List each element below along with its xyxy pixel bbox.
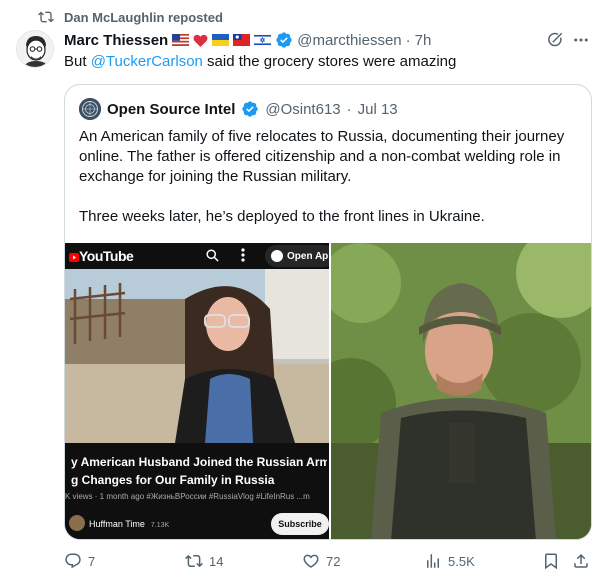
post-timestamp[interactable]: 7h [415, 32, 432, 49]
youtube-title-line-1: y American Husband Joined the Russian Ar… [71, 455, 327, 469]
ukraine-flag-icon [212, 34, 230, 46]
youtube-subscribe-button: Subscribe [271, 513, 329, 535]
repost-button[interactable]: 14 [185, 552, 223, 570]
views-button[interactable]: 5.5K [424, 552, 475, 570]
repost-count: 14 [209, 553, 224, 569]
youtube-search-icon [205, 248, 220, 263]
youtube-top-bar: YouTube Open Ap [65, 243, 329, 269]
youtube-channel-name: Huffman Time [89, 519, 145, 529]
views-count: 5.5K [448, 553, 475, 569]
quoted-post-card[interactable]: Open Source Intel @Osint613 · Jul 13 An … [64, 84, 592, 540]
like-button[interactable]: 72 [302, 552, 340, 570]
post-text: But @TuckerCarlson said the grocery stor… [64, 52, 456, 72]
reply-icon [64, 552, 82, 570]
quote-text: An American family of five relocates to … [79, 127, 579, 247]
quote-date: Jul 13 [357, 100, 398, 118]
repost-icon [38, 9, 54, 25]
open-app-label: Open Ap [287, 250, 329, 262]
post-action-bar: 7 14 72 5.5K [64, 552, 592, 572]
youtube-logo-text: YouTube [79, 248, 134, 264]
youtube-video-title: y American Husband Joined the Russian Ar… [71, 453, 327, 489]
youtube-channel-avatar [69, 515, 85, 531]
youtube-more-icon [240, 247, 246, 263]
like-count: 72 [326, 553, 341, 569]
youtube-subscriber-count: 7.13K [150, 522, 170, 529]
quote-header: Open Source Intel @Osint613 · Jul 13 [79, 97, 398, 121]
share-button[interactable] [572, 552, 590, 570]
media-image-youtube-screenshot[interactable]: YouTube Open Ap y American Husband Joine… [65, 243, 329, 539]
header-separator: · [405, 31, 411, 49]
youtube-video-meta: K views · 1 month ago #ЖизньВРоссии #Rus… [65, 492, 310, 501]
more-options-icon[interactable] [571, 31, 591, 49]
israel-flag-icon [254, 34, 272, 46]
share-icon [572, 552, 590, 570]
red-heart-icon [193, 34, 208, 47]
reply-count: 7 [88, 553, 96, 569]
quote-verified-badge-icon [241, 100, 259, 118]
youtube-open-app-button: Open Ap [265, 245, 329, 267]
youtube-video-frame [65, 269, 329, 443]
author-handle[interactable]: @marcthiessen [297, 32, 401, 49]
quote-author-handle: @Osint613 [265, 100, 341, 118]
verified-badge-icon[interactable] [275, 31, 293, 49]
author-avatar[interactable] [16, 30, 54, 68]
views-chart-icon [424, 552, 442, 570]
quote-paragraph-1: An American family of five relocates to … [79, 128, 565, 185]
post-text-prefix: But [64, 53, 91, 70]
youtube-caption-area: y American Husband Joined the Russian Ar… [65, 443, 329, 539]
quote-author-name[interactable]: Open Source Intel [107, 101, 235, 118]
post-header: Marc Thiessen @marcthiessen · 7h [64, 30, 431, 50]
youtube-logo: YouTube [69, 248, 134, 264]
reply-button[interactable]: 7 [64, 552, 95, 570]
bookmark-button[interactable] [542, 552, 560, 570]
quote-author-avatar[interactable] [79, 98, 101, 120]
quote-paragraph-2: Three weeks later, he’s deployed to the … [79, 208, 485, 225]
taiwan-flag-icon [233, 34, 251, 46]
mention-link[interactable]: @TuckerCarlson [91, 53, 203, 70]
us-flag-icon [172, 34, 190, 46]
grok-icon[interactable] [546, 31, 564, 49]
author-name[interactable]: Marc Thiessen [64, 32, 168, 49]
quote-separator: · [346, 100, 352, 118]
media-image-soldier-photo[interactable] [331, 243, 591, 539]
youtube-title-line-2: g Changes for Our Family in Russia [71, 473, 275, 487]
heart-icon [302, 552, 320, 570]
repost-indicator[interactable]: Dan McLaughlin reposted [38, 8, 223, 26]
bookmark-icon [542, 552, 560, 570]
youtube-channel: Huffman Time 7.13K [89, 519, 169, 529]
post-text-suffix: said the grocery stores were amazing [202, 53, 457, 70]
repost-action-icon [185, 552, 203, 570]
repost-label: Dan McLaughlin reposted [64, 9, 223, 25]
open-app-icon [271, 250, 283, 262]
